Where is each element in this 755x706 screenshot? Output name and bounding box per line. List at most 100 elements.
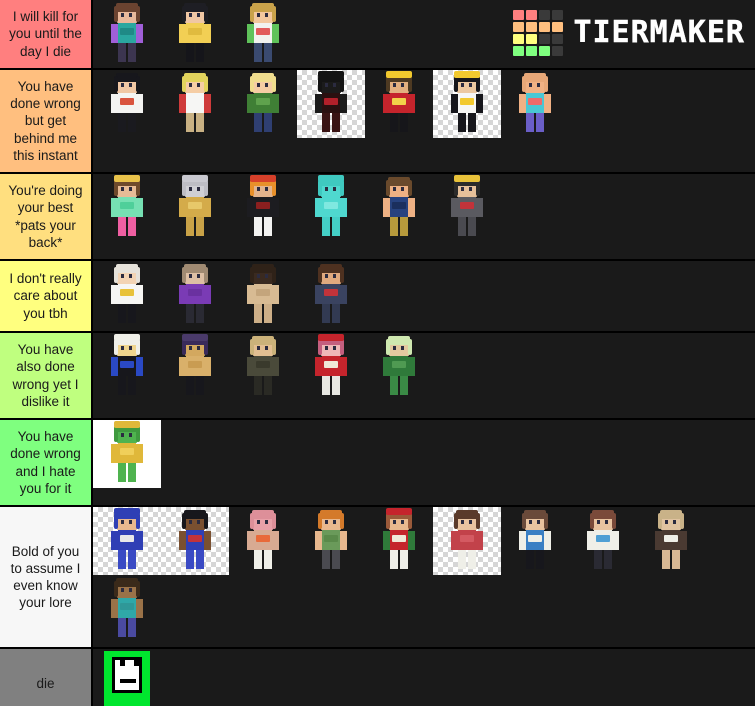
tier-items-container[interactable] bbox=[93, 70, 755, 172]
logo-cell-4 bbox=[513, 22, 525, 32]
minecraft-skin-render bbox=[107, 175, 147, 238]
minecraft-skin-render bbox=[107, 264, 147, 325]
tier-label[interactable]: You're doing your best *pats your back* bbox=[0, 174, 93, 259]
tiermaker-logo-text: TIERMAKER bbox=[573, 15, 745, 50]
logo-cell-15 bbox=[552, 46, 564, 56]
skin-cardboard-box-suit[interactable] bbox=[161, 333, 229, 401]
skin-black-hair-white-tee[interactable] bbox=[93, 70, 161, 138]
skin-red-santa-coat[interactable] bbox=[297, 333, 365, 401]
skin-brown-hair-teal-purple-jacket[interactable] bbox=[93, 0, 161, 68]
tier-row: You're doing your best *pats your back* bbox=[0, 174, 755, 261]
skin-blonde-olive-jacket[interactable] bbox=[229, 333, 297, 401]
tier-row: I don't really care about you tbh bbox=[0, 261, 755, 333]
tier-row: die bbox=[0, 649, 755, 706]
skin-cyan-shirt-purple-pants[interactable] bbox=[501, 70, 569, 138]
skin-white-hoodie-gold-chain[interactable] bbox=[93, 261, 161, 329]
minecraft-skin-render bbox=[379, 336, 419, 397]
minecraft-skin-render bbox=[515, 510, 555, 571]
minecraft-skin-render bbox=[447, 510, 487, 571]
skin-green-outfit-white-hair[interactable] bbox=[365, 333, 433, 401]
minecraft-skin-render bbox=[583, 510, 623, 571]
skin-smiley-face-blue-book[interactable] bbox=[93, 333, 161, 401]
tier-items-container[interactable] bbox=[93, 420, 755, 505]
minecraft-skin-render bbox=[175, 175, 215, 238]
skin-dark-skin-blue-shirt-tie[interactable] bbox=[161, 507, 229, 575]
minecraft-skin-render bbox=[107, 3, 147, 64]
minecraft-skin-render bbox=[107, 578, 147, 639]
skin-blue-striped-shirt-gold-pants[interactable] bbox=[365, 174, 433, 242]
tiermaker-app: TIERMAKER I will kill for you until the … bbox=[0, 0, 755, 706]
skin-gray-suit-gold-crown[interactable] bbox=[433, 174, 501, 242]
tier-row: You have also done wrong yet I dislike i… bbox=[0, 333, 755, 420]
minecraft-skin-render bbox=[243, 264, 283, 325]
logo-cell-13 bbox=[526, 46, 538, 56]
tier-items-container[interactable] bbox=[93, 261, 755, 331]
skin-purple-hoodie[interactable] bbox=[161, 261, 229, 329]
minecraft-skin-render bbox=[175, 73, 215, 134]
logo-cell-2 bbox=[539, 10, 551, 20]
tier-label[interactable]: I will kill for you until the day I die bbox=[0, 0, 93, 68]
skin-navy-suit-red-tie[interactable] bbox=[297, 261, 365, 329]
dream-smiley-face[interactable] bbox=[93, 649, 161, 706]
logo-cell-14 bbox=[539, 46, 551, 56]
tier-items-container[interactable] bbox=[93, 333, 755, 418]
skin-diamond-armor[interactable] bbox=[297, 174, 365, 242]
skin-blonde-green-white-shirt[interactable] bbox=[229, 0, 297, 68]
tier-label[interactable]: die bbox=[0, 649, 93, 706]
logo-cell-12 bbox=[513, 46, 525, 56]
skin-brown-hair-red-white-outfit[interactable] bbox=[433, 507, 501, 575]
skin-blue-white-striped-long-hair[interactable] bbox=[501, 507, 569, 575]
tier-row: You have done wrong but get behind me th… bbox=[0, 70, 755, 174]
tier-label[interactable]: You have done wrong and I hate you for i… bbox=[0, 420, 93, 505]
minecraft-skin-render bbox=[311, 510, 351, 571]
tier-items-container[interactable] bbox=[93, 174, 755, 259]
minecraft-skin-render bbox=[311, 334, 351, 397]
minecraft-skin-render bbox=[107, 421, 147, 484]
skin-king-crown-red-robe[interactable] bbox=[365, 70, 433, 138]
skin-alex-green-shirt[interactable] bbox=[297, 507, 365, 575]
minecraft-skin-render bbox=[311, 264, 351, 325]
skin-schoolgirl-blue-uniform[interactable] bbox=[569, 507, 637, 575]
skin-pig-character[interactable] bbox=[229, 507, 297, 575]
minecraft-skin-render bbox=[243, 3, 283, 64]
minecraft-skin-render bbox=[175, 334, 215, 397]
minecraft-skin-render bbox=[651, 510, 691, 571]
minecraft-skin-render bbox=[107, 73, 147, 134]
minecraft-skin-render bbox=[107, 508, 147, 571]
skin-black-suit-gold-crown[interactable] bbox=[433, 70, 501, 138]
minecraft-skin-render bbox=[243, 175, 283, 238]
skin-blonde-red-white-jacket[interactable] bbox=[161, 70, 229, 138]
skin-green-creeper-gold-armor[interactable] bbox=[93, 420, 161, 488]
tier-row: You have done wrong and I hate you for i… bbox=[0, 420, 755, 507]
minecraft-skin-render bbox=[311, 71, 351, 134]
minecraft-skin-render bbox=[243, 336, 283, 397]
minecraft-skin-render bbox=[107, 334, 147, 397]
tier-label[interactable]: Bold of you to assume I even know your l… bbox=[0, 507, 93, 647]
tier-label[interactable]: You have also done wrong yet I dislike i… bbox=[0, 333, 93, 418]
skin-black-hair-yellow-hoodie[interactable] bbox=[161, 0, 229, 68]
logo-cell-3 bbox=[552, 10, 564, 20]
skin-fire-hair-black-hoodie[interactable] bbox=[229, 174, 297, 242]
logo-cell-9 bbox=[526, 34, 538, 44]
tier-label[interactable]: You have done wrong but get behind me th… bbox=[0, 70, 93, 172]
skin-brown-hair-mint-pink-outfit[interactable] bbox=[93, 174, 161, 242]
tier-items-container[interactable] bbox=[93, 649, 755, 706]
skin-blonde-glasses-dark-outfit[interactable] bbox=[637, 507, 705, 575]
minecraft-skin-render bbox=[311, 175, 351, 238]
logo-cell-11 bbox=[552, 34, 564, 44]
skin-blue-hoodie-animal-ears[interactable] bbox=[93, 507, 161, 575]
skin-christmas-sweater[interactable] bbox=[365, 507, 433, 575]
tiermaker-logo[interactable]: TIERMAKER bbox=[513, 10, 745, 56]
skin-tan-wolf-hybrid[interactable] bbox=[229, 261, 297, 329]
tier-label[interactable]: I don't really care about you tbh bbox=[0, 261, 93, 331]
skin-red-black-masked-figure[interactable] bbox=[297, 70, 365, 138]
skin-blonde-green-vest-blue-jeans[interactable] bbox=[229, 70, 297, 138]
minecraft-skin-render bbox=[379, 71, 419, 134]
tiermaker-grid-logo-icon bbox=[513, 10, 564, 56]
skin-steve-default[interactable] bbox=[93, 575, 161, 643]
minecraft-skin-render bbox=[379, 177, 419, 238]
tier-items-container[interactable] bbox=[93, 507, 755, 647]
logo-cell-1 bbox=[526, 10, 538, 20]
logo-cell-0 bbox=[513, 10, 525, 20]
skin-gold-armor-silver-helmet[interactable] bbox=[161, 174, 229, 242]
